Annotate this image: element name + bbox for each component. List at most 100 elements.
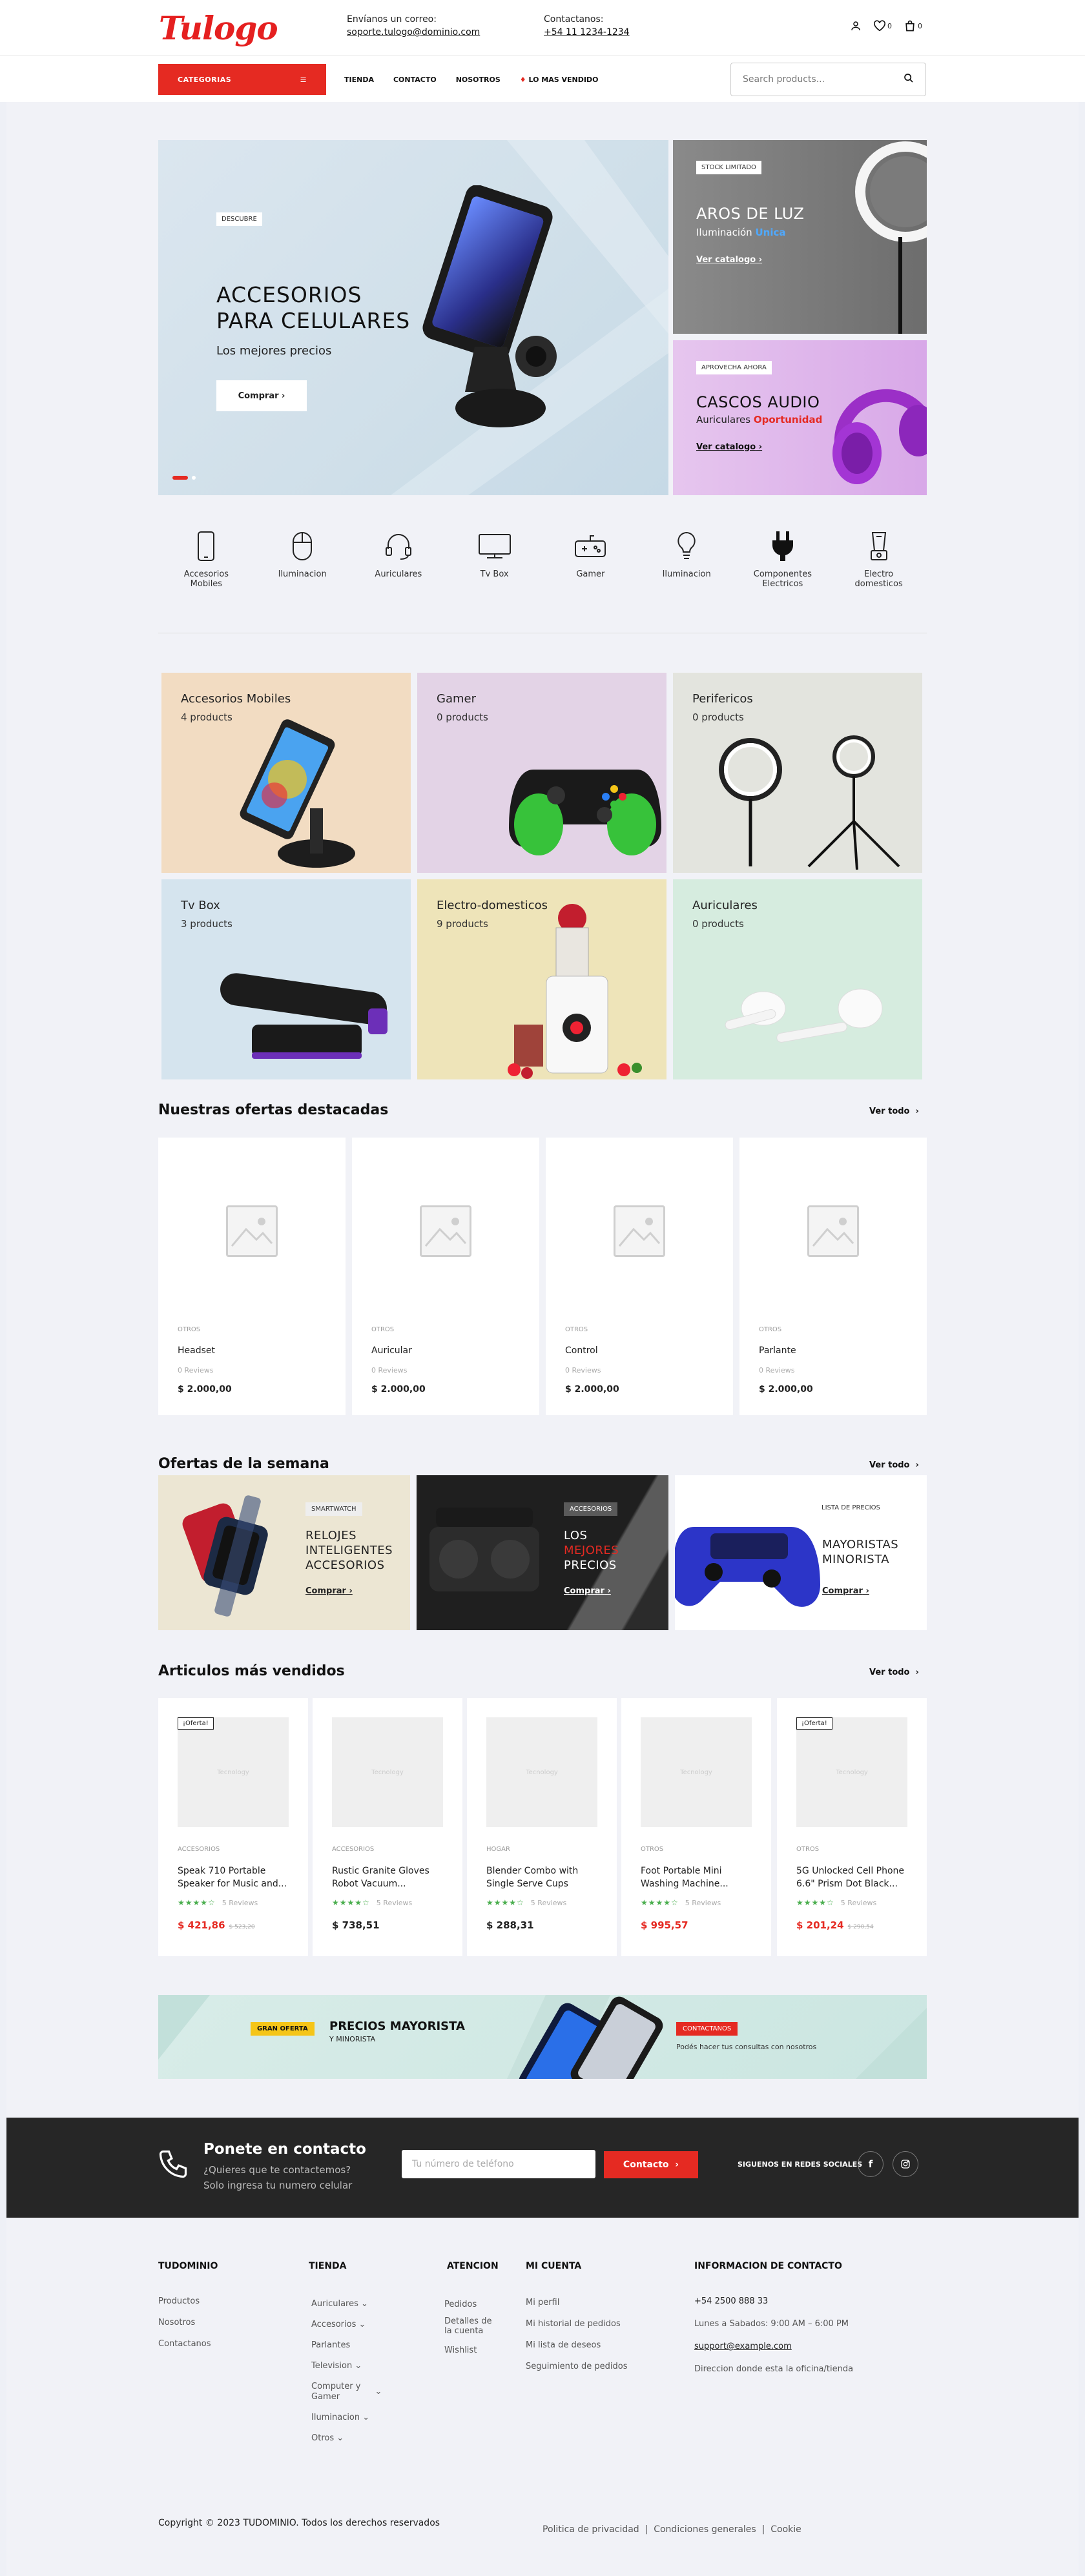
footer-link-iluminacion[interactable]: Iluminacion ⌄ [311,2407,382,2428]
category-gamer[interactable]: Gamer [542,529,639,589]
hero-slider[interactable]: DESCUBRE ACCESORIOS PARA CELULARES Los me… [158,140,668,495]
product-name[interactable]: Headset [178,1345,215,1356]
category-card-title: Perifericos [692,692,753,706]
footer-link[interactable]: Parlantes [311,2335,382,2356]
footer-link-accesorios[interactable]: Accesorios ⌄ [311,2315,382,2335]
product-card[interactable]: OTROS Auricular 0 Reviews $ 2.000,00 [352,1138,539,1415]
wholesale-banner[interactable]: GRAN OFERTA PRECIOS MAYORISTA Y MINORIST… [158,1995,927,2079]
product-name[interactable]: Foot Portable Mini Washing Machine... [641,1865,757,1890]
category-card-tv-box[interactable]: Tv Box 3 products [161,879,411,1079]
hero-buy-button[interactable]: Comprar › [216,380,307,411]
phone-link[interactable]: +54 11 1234-1234 [544,27,630,37]
category-card-auriculares[interactable]: Auriculares 0 products [673,879,922,1079]
weekly-see-all-link[interactable]: Ver todo › [869,1460,919,1470]
slider-dot-active[interactable] [172,476,188,480]
categories-button[interactable]: CATEGORIAS ☰ [158,64,326,95]
bestsellers-see-all-link[interactable]: Ver todo › [869,1668,919,1677]
footer-link-auriculares[interactable]: Auriculares ⌄ [311,2294,382,2315]
search-box[interactable]: Search products... [730,63,926,96]
phone-input[interactable]: Tu número de teléfono [402,2150,595,2178]
bestseller-card[interactable]: Tecnology ¡Oferta! ACCESORIOS Speak 710 … [158,1698,308,1956]
weekly-offer-gamepad[interactable]: LISTA DE PRECIOS MAYORISTAS MINORISTA Com… [675,1475,927,1630]
category-auriculares[interactable]: Auriculares [351,529,447,589]
bestseller-card[interactable]: Tecnology ACCESORIOS Rustic Granite Glov… [313,1698,462,1956]
footer-link[interactable]: Mi historial de pedidos [526,2313,628,2335]
product-image-placeholder: Tecnology [178,1717,289,1827]
footer-phone[interactable]: +54 2500 888 33 [694,2290,853,2313]
category-label: Electricos [762,579,803,589]
promo-contact-tag[interactable]: CONTACTANOS [676,2022,738,2036]
category-electro-domesticos[interactable]: Electro domesticos [831,529,927,589]
product-name[interactable]: Auricular [371,1345,412,1356]
footer-link[interactable]: Mi perfil [526,2292,628,2313]
weekly-offer-buy-button[interactable]: Comprar › [305,1586,353,1596]
footer-link-otros[interactable]: Otros ⌄ [311,2428,382,2449]
site-logo[interactable]: Tulogo [159,9,278,47]
footer-link-computer-gamer[interactable]: Computer y Gamer ⌄ [311,2377,382,2407]
product-name[interactable]: Control [565,1345,598,1356]
facebook-icon[interactable]: f [858,2151,884,2177]
search-input[interactable]: Search products... [743,74,825,85]
side-banner-headphones[interactable]: APROVECHA AHORA CASCOS AUDIO Auriculares… [673,340,927,495]
footer-link[interactable]: Pedidos [444,2294,491,2315]
category-iluminacion[interactable]: Iluminacion [254,529,351,589]
nav-link-contacto[interactable]: CONTACTO [393,76,437,84]
product-category: ACCESORIOS [332,1846,375,1853]
terms-link[interactable]: Condiciones generales [654,2524,756,2535]
bestseller-card[interactable]: Tecnology HOGAR Blender Combo with Single… [467,1698,617,1956]
footer-link-account-details[interactable]: Detalles de la cuenta [444,2315,491,2340]
category-iluminacion-2[interactable]: Iluminacion [639,529,735,589]
slider-dot[interactable] [192,476,196,480]
product-name[interactable]: Speak 710 Portable Speaker for Music and.… [178,1865,294,1890]
search-icon[interactable] [904,73,914,86]
privacy-link[interactable]: Politica de privacidad [542,2524,639,2535]
side-banner-ring-light[interactable]: STOCK LIMITADO AROS DE LUZ Iluminación U… [673,140,927,334]
account-icon[interactable] [850,20,862,32]
category-accesorios-mobiles[interactable]: Accesorios Mobiles [158,529,254,589]
footer-link[interactable]: Contactanos [158,2333,211,2355]
footer-link[interactable]: Nosotros [158,2312,211,2333]
weekly-offer-speaker[interactable]: ACCESORIOS LOS MEJORES PRECIOS Comprar › [417,1475,668,1630]
footer-link-television[interactable]: Television ⌄ [311,2356,382,2377]
weekly-offer-smartwatch[interactable]: SMARTWATCH RELOJES INTELIGENTES ACCESORIOS… [158,1475,410,1630]
nav-link-nosotros[interactable]: NOSOTROS [456,76,501,84]
headphones-catalog-link[interactable]: Ver catalogo › [696,442,762,452]
email-link[interactable]: soporte.tulogo@dominio.com [347,27,480,37]
category-componentes-electricos[interactable]: Componentes Electricos [735,529,831,589]
nav-link-mas-vendido[interactable]: ♦ LO MAS VENDIDO [520,76,599,84]
ring-light-catalog-link[interactable]: Ver catalogo › [696,255,762,265]
product-category: HOGAR [486,1846,510,1853]
nav-link-tienda[interactable]: TIENDA [344,76,374,84]
weekly-offer-buy-button[interactable]: Comprar › [822,1586,869,1596]
footer-link[interactable]: Mi lista de deseos [526,2335,628,2356]
category-card-electro-domesticos[interactable]: Electro-domesticos 9 products [417,879,666,1079]
wishlist-icon[interactable]: 0 [873,20,892,32]
product-card[interactable]: OTROS Headset 0 Reviews $ 2.000,00 [158,1138,346,1415]
product-card[interactable]: OTROS Control 0 Reviews $ 2.000,00 [546,1138,733,1415]
category-card-accesorios-mobiles[interactable]: Accesorios Mobiles 4 products [161,673,411,873]
category-card-perifericos[interactable]: Perifericos 0 products [673,673,922,873]
weekly-offer-buy-button[interactable]: Comprar › [564,1586,611,1596]
cart-icon[interactable]: 0 [904,19,922,32]
hero-subtitle: Los mejores precios [216,344,332,358]
footer-email[interactable]: support@example.com [694,2335,853,2358]
footer-link[interactable]: Wishlist [444,2340,491,2361]
product-name[interactable]: 5G Unlocked Cell Phone 6.6" Prism Dot Bla… [796,1865,913,1890]
slider-dots[interactable] [172,476,196,480]
bestseller-card[interactable]: Tecnology OTROS Foot Portable Mini Washin… [621,1698,771,1956]
cookie-link[interactable]: Cookie [770,2524,801,2535]
featured-see-all-link[interactable]: Ver todo › [869,1107,919,1116]
category-tv-box[interactable]: Tv Box [446,529,542,589]
contact-submit-button[interactable]: Contacto › [604,2151,698,2178]
footer-col1-links: Productos Nosotros Contactanos [158,2291,211,2355]
product-card[interactable]: OTROS Parlante 0 Reviews $ 2.000,00 [739,1138,927,1415]
product-category: OTROS [565,1326,588,1333]
category-card-gamer[interactable]: Gamer 0 products [417,673,666,873]
product-name[interactable]: Parlante [759,1345,796,1356]
footer-link[interactable]: Productos [158,2291,211,2312]
bestseller-card[interactable]: Tecnology ¡Oferta! OTROS 5G Unlocked Cel… [777,1698,927,1956]
footer-link[interactable]: Seguimiento de pedidos [526,2356,628,2377]
product-name[interactable]: Rustic Granite Gloves Robot Vacuum... [332,1865,448,1890]
product-name[interactable]: Blender Combo with Single Serve Cups [486,1865,603,1890]
instagram-icon[interactable] [893,2151,918,2177]
